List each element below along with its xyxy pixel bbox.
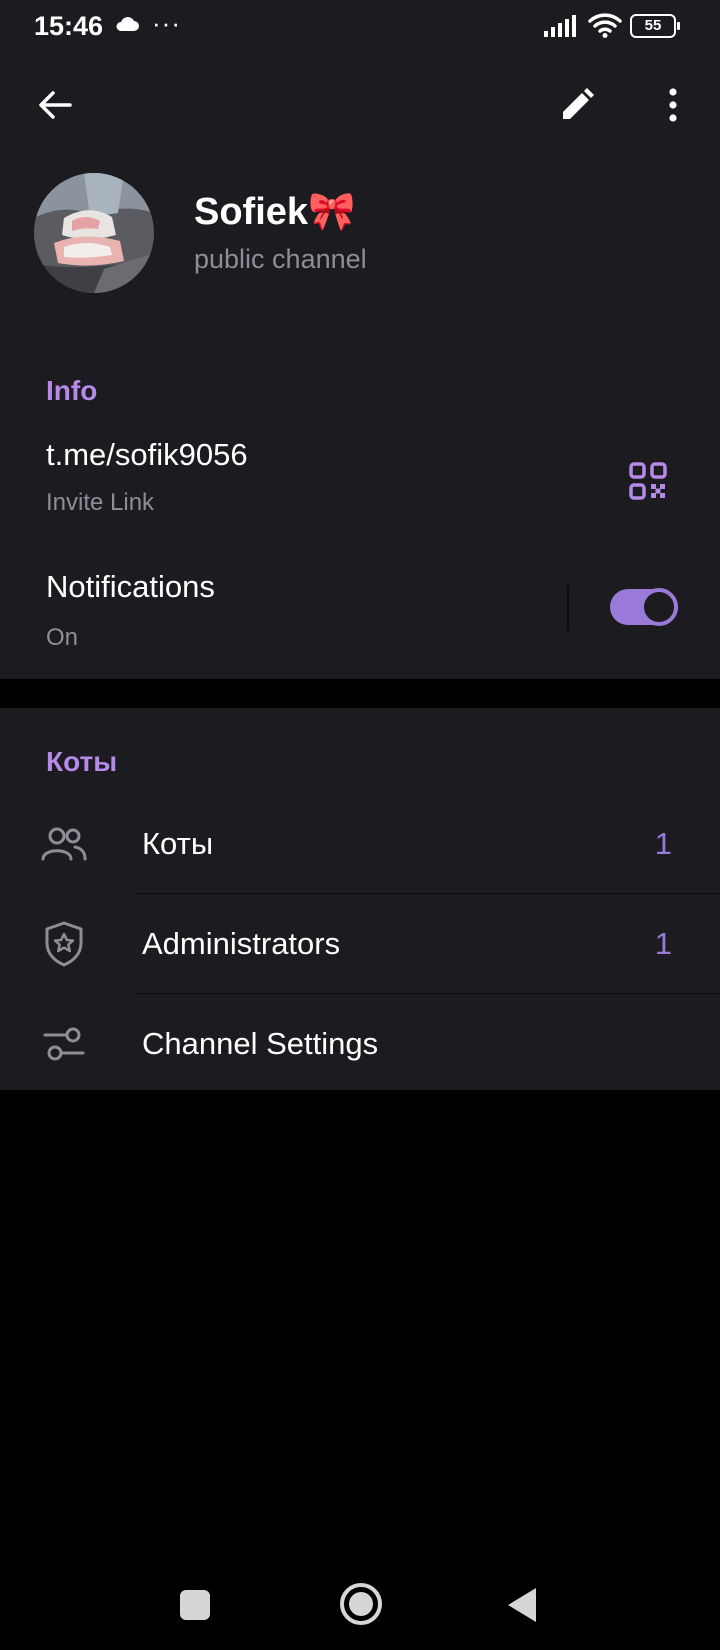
info-section: Info t.me/sofik9056 Invite Link Notifica… [0, 337, 720, 679]
battery-icon: 55 [630, 14, 680, 38]
shield-star-icon [40, 920, 88, 968]
qr-code-icon [629, 462, 667, 500]
notifications-toggle[interactable] [610, 588, 678, 626]
pencil-icon [563, 88, 594, 119]
edit-button[interactable] [552, 80, 602, 130]
battery-level: 55 [644, 17, 662, 34]
toggle-knob [640, 588, 678, 626]
divider [567, 585, 569, 631]
more-options-button[interactable] [648, 80, 698, 130]
more-notifications-icon: ··· [152, 8, 181, 38]
invite-link-caption: Invite Link [46, 489, 155, 516]
people-icon [40, 820, 88, 868]
cloud-icon [114, 16, 140, 37]
channel-settings-row[interactable]: Channel Settings [0, 994, 720, 1094]
administrators-row[interactable]: Administrators 1 [0, 894, 720, 994]
channel-title: Sofiek🎀 [194, 191, 356, 233]
section-title-members: Коты [46, 746, 118, 777]
channel-settings-label: Channel Settings [142, 1026, 379, 1061]
back-button[interactable] [30, 80, 80, 130]
section-title-info: Info [46, 375, 98, 406]
home-icon [349, 1592, 373, 1616]
members-label: Коты [142, 826, 214, 861]
members-section: Коты Коты 1 Administrators 1 Channel Set… [0, 708, 720, 1090]
sliders-icon [40, 1020, 88, 1068]
status-time: 15:46 [34, 11, 104, 41]
administrators-label: Administrators [142, 926, 341, 961]
recents-button[interactable] [180, 1590, 210, 1620]
members-count: 1 [654, 826, 672, 861]
channel-type: public channel [194, 244, 367, 274]
avatar[interactable] [34, 173, 154, 293]
home-button[interactable] [340, 1583, 382, 1625]
qr-code-button[interactable] [620, 453, 676, 509]
notifications-status: On [46, 624, 79, 651]
notifications-label: Notifications [46, 569, 215, 604]
more-vertical-icon [669, 88, 677, 122]
back-arrow-icon [39, 91, 72, 119]
system-nav-bar [0, 1560, 720, 1650]
status-bar: 15:46 ··· 55 [0, 0, 720, 52]
channel-header: Sofiek🎀 public channel [0, 52, 720, 337]
system-back-button[interactable] [508, 1588, 536, 1622]
wifi-icon [588, 12, 622, 43]
signal-icon [544, 14, 580, 43]
members-row[interactable]: Коты 1 [0, 794, 720, 894]
avatar-photo-icon [34, 173, 154, 293]
invite-link-value[interactable]: t.me/sofik9056 [46, 437, 248, 473]
administrators-count: 1 [654, 926, 672, 961]
